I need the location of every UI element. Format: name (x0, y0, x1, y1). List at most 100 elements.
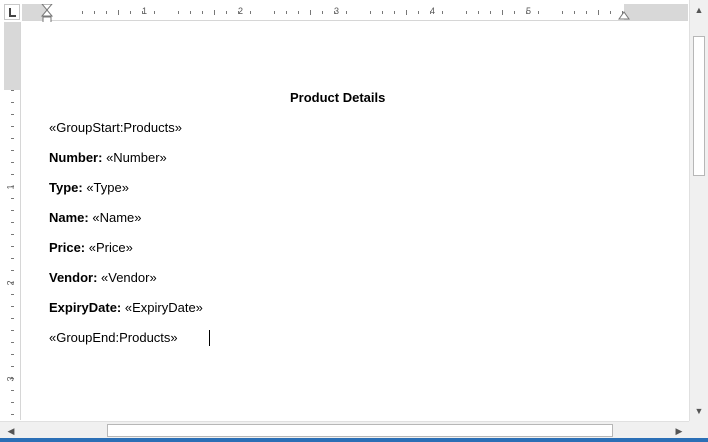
ruler-tick (442, 11, 443, 14)
ruler-tick (118, 10, 119, 15)
ruler-tick (610, 11, 611, 14)
ruler-tick (11, 222, 14, 223)
ruler-tick (190, 11, 191, 14)
ruler-tick (142, 11, 143, 14)
ruler-tick (466, 11, 467, 14)
ruler-tick (526, 11, 527, 14)
vendor-field-line[interactable]: Vendor: «Vendor» (49, 270, 157, 285)
ruler-tick (574, 11, 575, 14)
ruler-tick (286, 11, 287, 14)
ruler-tick (502, 10, 503, 15)
right-indent-marker-icon[interactable] (618, 10, 630, 20)
ruler-tick (11, 270, 14, 271)
field-label: ExpiryDate: (49, 300, 122, 315)
ruler-tick (382, 11, 383, 14)
ruler-tick (370, 11, 371, 14)
ruler-tick (430, 11, 431, 14)
ruler-tick (202, 11, 203, 14)
merge-field: «Price» (85, 240, 133, 255)
ruler-tick (130, 11, 131, 14)
text-caret (209, 330, 210, 346)
ruler-tick (490, 11, 491, 14)
vertical-scroll-thumb[interactable] (693, 36, 705, 176)
vertical-scrollbar[interactable]: ▲ ▼ (689, 0, 708, 421)
ruler-tick (94, 11, 95, 14)
status-bar (0, 438, 708, 442)
ruler-tick (514, 11, 515, 14)
field-label: Number: (49, 150, 103, 165)
ruler-tick (82, 11, 83, 14)
merge-field: «ExpiryDate» (121, 300, 203, 315)
ruler-tick (226, 11, 227, 14)
ruler-tick (538, 11, 539, 14)
ruler-tick (11, 378, 14, 379)
field-label: Type: (49, 180, 83, 195)
horizontal-ruler[interactable]: 1 2 3 4 5 (22, 4, 688, 25)
ruler-tick (11, 390, 14, 391)
ruler-tick (11, 366, 14, 367)
merge-field: «Type» (82, 180, 129, 195)
ruler-tick (406, 10, 407, 15)
ruler-tick (238, 11, 239, 14)
field-label: Vendor: (49, 270, 98, 285)
merge-field: «GroupEnd:Products» (49, 330, 178, 345)
ruler-tick (11, 174, 14, 175)
ruler-tick (214, 10, 215, 15)
vertical-ruler[interactable]: 1 2 3 (4, 22, 21, 420)
ruler-tick (11, 138, 14, 139)
merge-field: «Name» (88, 210, 142, 225)
ruler-tick (274, 11, 275, 14)
ruler-tab-selector[interactable] (4, 4, 20, 20)
ruler-tick (11, 306, 14, 307)
ruler-tick (586, 11, 587, 14)
merge-field: «Number» (102, 150, 167, 165)
ruler-tick (11, 318, 14, 319)
group-end-field[interactable]: «GroupEnd:Products» (49, 330, 210, 346)
merge-field: «Vendor» (97, 270, 157, 285)
scroll-up-button[interactable]: ▲ (692, 3, 706, 17)
ruler-tick (11, 414, 14, 415)
ruler-tick (11, 198, 14, 199)
ruler-tick (334, 11, 335, 14)
scroll-left-button[interactable]: ◀ (4, 424, 18, 438)
ruler-tick (310, 10, 311, 15)
name-field-line[interactable]: Name: «Name» (49, 210, 142, 225)
scroll-down-button[interactable]: ▼ (692, 404, 706, 418)
ruler-tick (562, 11, 563, 14)
ruler-tick (11, 234, 14, 235)
ruler-tick (11, 246, 14, 247)
ruler-tick (346, 11, 347, 14)
ruler-tick (322, 11, 323, 14)
ruler-tick (622, 11, 623, 14)
horizontal-scrollbar[interactable]: ◀ ▶ (0, 421, 689, 438)
ruler-tick (11, 102, 14, 103)
merge-field: «GroupStart:Products» (49, 120, 182, 135)
ruler-tick (11, 294, 14, 295)
ruler-tick (106, 11, 107, 14)
ruler-tick (154, 11, 155, 14)
number-field-line[interactable]: Number: «Number» (49, 150, 167, 165)
horizontal-scroll-thumb[interactable] (107, 424, 613, 437)
ruler-tick (418, 11, 419, 14)
ruler-tick (11, 90, 14, 91)
scroll-right-button[interactable]: ▶ (672, 424, 686, 438)
ruler-tick (250, 11, 251, 14)
ruler-tick (11, 150, 14, 151)
ruler-tick (11, 162, 14, 163)
ruler-tick (11, 342, 14, 343)
ruler-tick (478, 11, 479, 14)
ruler-tick (394, 11, 395, 14)
ruler-tick (11, 126, 14, 127)
group-start-field[interactable]: «GroupStart:Products» (49, 120, 182, 135)
expirydate-field-line[interactable]: ExpiryDate: «ExpiryDate» (49, 300, 203, 315)
type-field-line[interactable]: Type: «Type» (49, 180, 129, 195)
ruler-tick (11, 210, 14, 211)
price-field-line[interactable]: Price: «Price» (49, 240, 133, 255)
size-grip (689, 421, 708, 438)
ruler-tick (11, 354, 14, 355)
document-page[interactable]: Product Details «GroupStart:Products» Nu… (22, 22, 688, 420)
ruler-tick (11, 402, 14, 403)
ruler-tick (11, 258, 14, 259)
ruler-tick (178, 11, 179, 14)
ruler-tick (11, 114, 14, 115)
